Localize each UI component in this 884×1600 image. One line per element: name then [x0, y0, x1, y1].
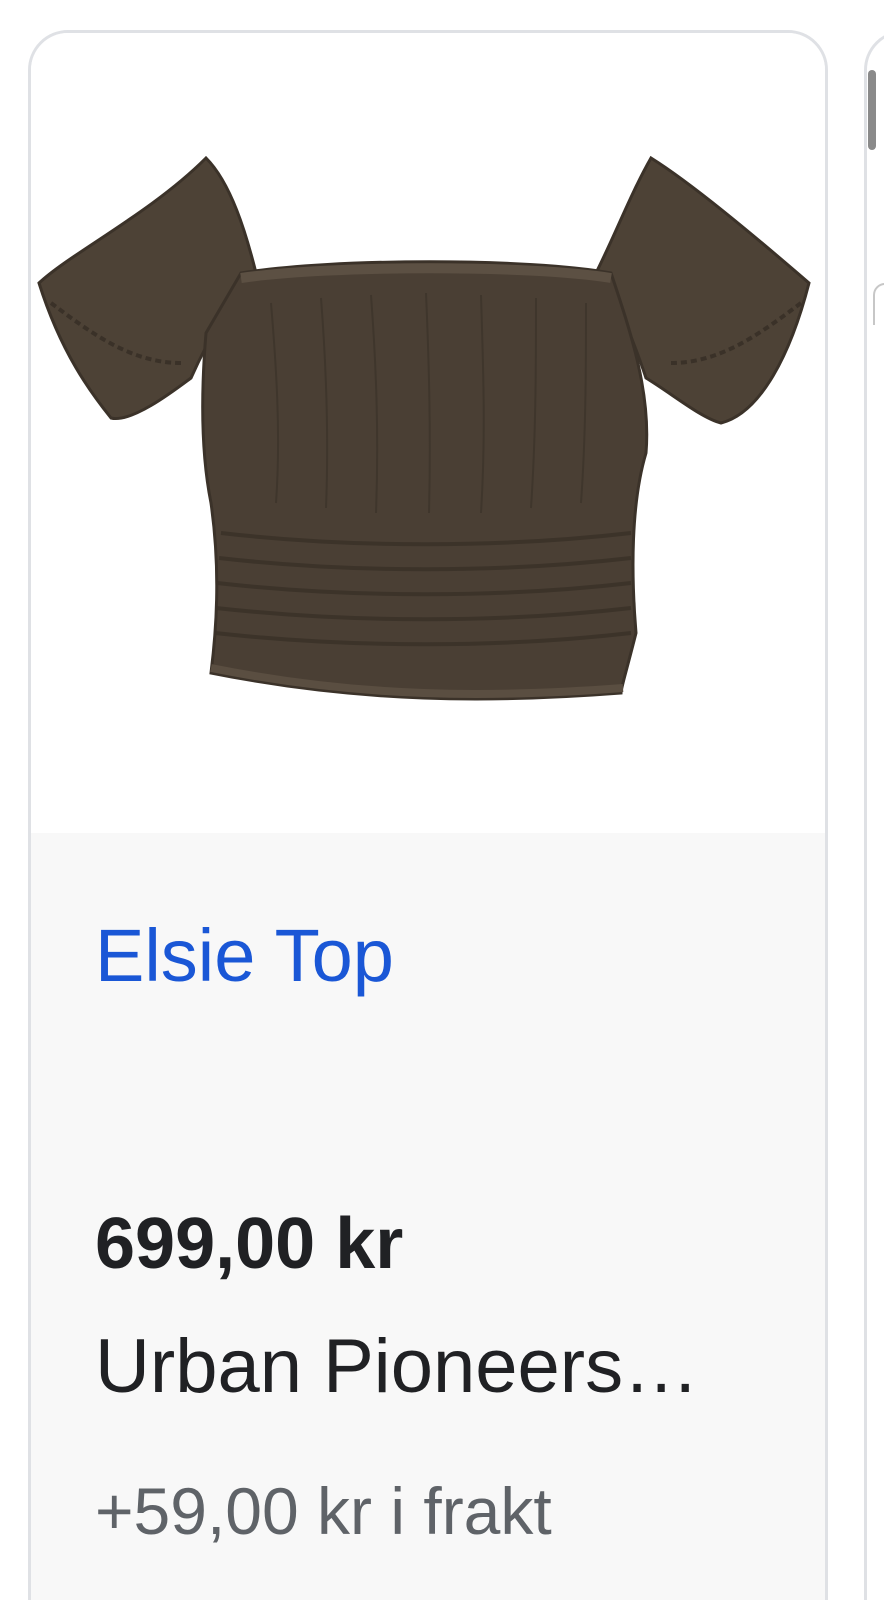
shipping-cost: +59,00 kr i frakt [95, 1474, 552, 1548]
next-card-image-edge [873, 283, 884, 325]
scrollbar-thumb[interactable] [868, 70, 876, 150]
seller-name: Urban Pioneers… [95, 1324, 700, 1409]
shopping-results-viewport: Elsie Top 699,00 kr Urban Pioneers… +59,… [0, 0, 884, 1600]
product-title-link[interactable]: Elsie Top [95, 913, 394, 998]
top-garment-illustration [37, 155, 811, 701]
product-price: 699,00 kr [95, 1204, 404, 1284]
product-image[interactable] [31, 33, 825, 833]
next-product-card-peek[interactable] [864, 30, 884, 1600]
product-info: Elsie Top 699,00 kr Urban Pioneers… +59,… [31, 833, 825, 1600]
product-card[interactable]: Elsie Top 699,00 kr Urban Pioneers… +59,… [28, 30, 828, 1600]
